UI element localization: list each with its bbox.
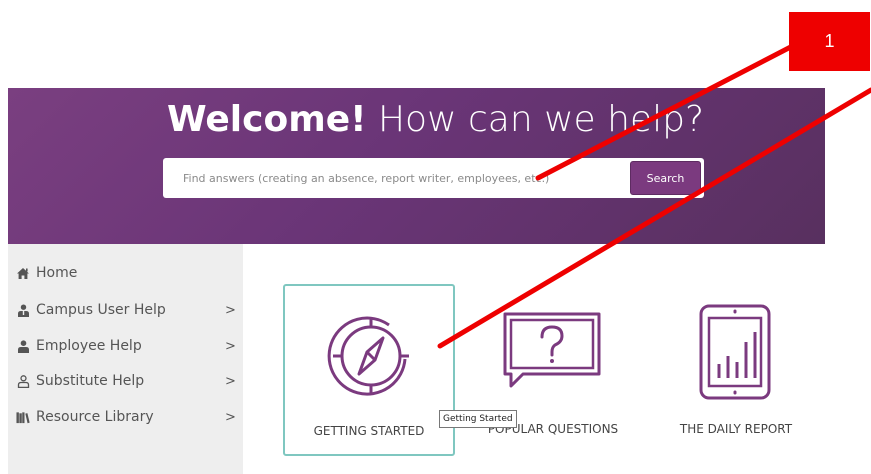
sidebar-item-campus-user-help[interactable]: Campus User Help >	[8, 298, 243, 322]
tablet-chart-icon	[699, 304, 771, 400]
sidebar-item-label: Home	[36, 265, 78, 281]
hero-title-bold: Welcome!	[166, 99, 367, 140]
home-icon	[16, 266, 30, 280]
sidebar-item-employee-help[interactable]: Employee Help >	[8, 334, 243, 358]
tooltip: Getting Started	[439, 410, 517, 428]
compass-icon	[327, 316, 409, 396]
chevron-right-icon: >	[225, 338, 236, 354]
card-label: GETTING STARTED	[313, 424, 425, 438]
sidebar-item-label: Resource Library	[36, 409, 154, 425]
sidebar-item-label: Employee Help	[36, 338, 142, 354]
sidebar-item-home[interactable]: Home	[8, 261, 243, 285]
hero-title-rest: How can we help?	[366, 99, 705, 140]
chevron-right-icon: >	[225, 302, 236, 318]
question-icon	[503, 312, 601, 388]
card-getting-started[interactable]: GETTING STARTED	[283, 284, 455, 456]
card-the-daily-report[interactable]: THE DAILY REPORT	[650, 284, 822, 456]
hero-title: Welcome! How can we help?	[0, 98, 871, 142]
sidebar-item-label: Campus User Help	[36, 302, 166, 318]
sidebar-item-label: Substitute Help	[36, 373, 145, 389]
card-label: THE DAILY REPORT	[679, 422, 793, 436]
sidebar-item-substitute-help[interactable]: Substitute Help >	[8, 369, 243, 393]
card-popular-questions[interactable]: POPULAR QUESTIONS	[467, 284, 639, 456]
employee-icon	[16, 339, 30, 353]
search-input[interactable]	[163, 158, 630, 198]
substitute-icon	[16, 374, 30, 388]
sidebar-item-resource-library[interactable]: Resource Library >	[8, 405, 243, 429]
annotation-callout: 1	[789, 12, 870, 71]
campus-user-icon	[16, 303, 30, 317]
chevron-right-icon: >	[225, 409, 236, 425]
search-box: Search	[163, 158, 704, 198]
search-button[interactable]: Search	[630, 161, 701, 195]
chevron-right-icon: >	[225, 373, 236, 389]
books-icon	[16, 410, 30, 424]
